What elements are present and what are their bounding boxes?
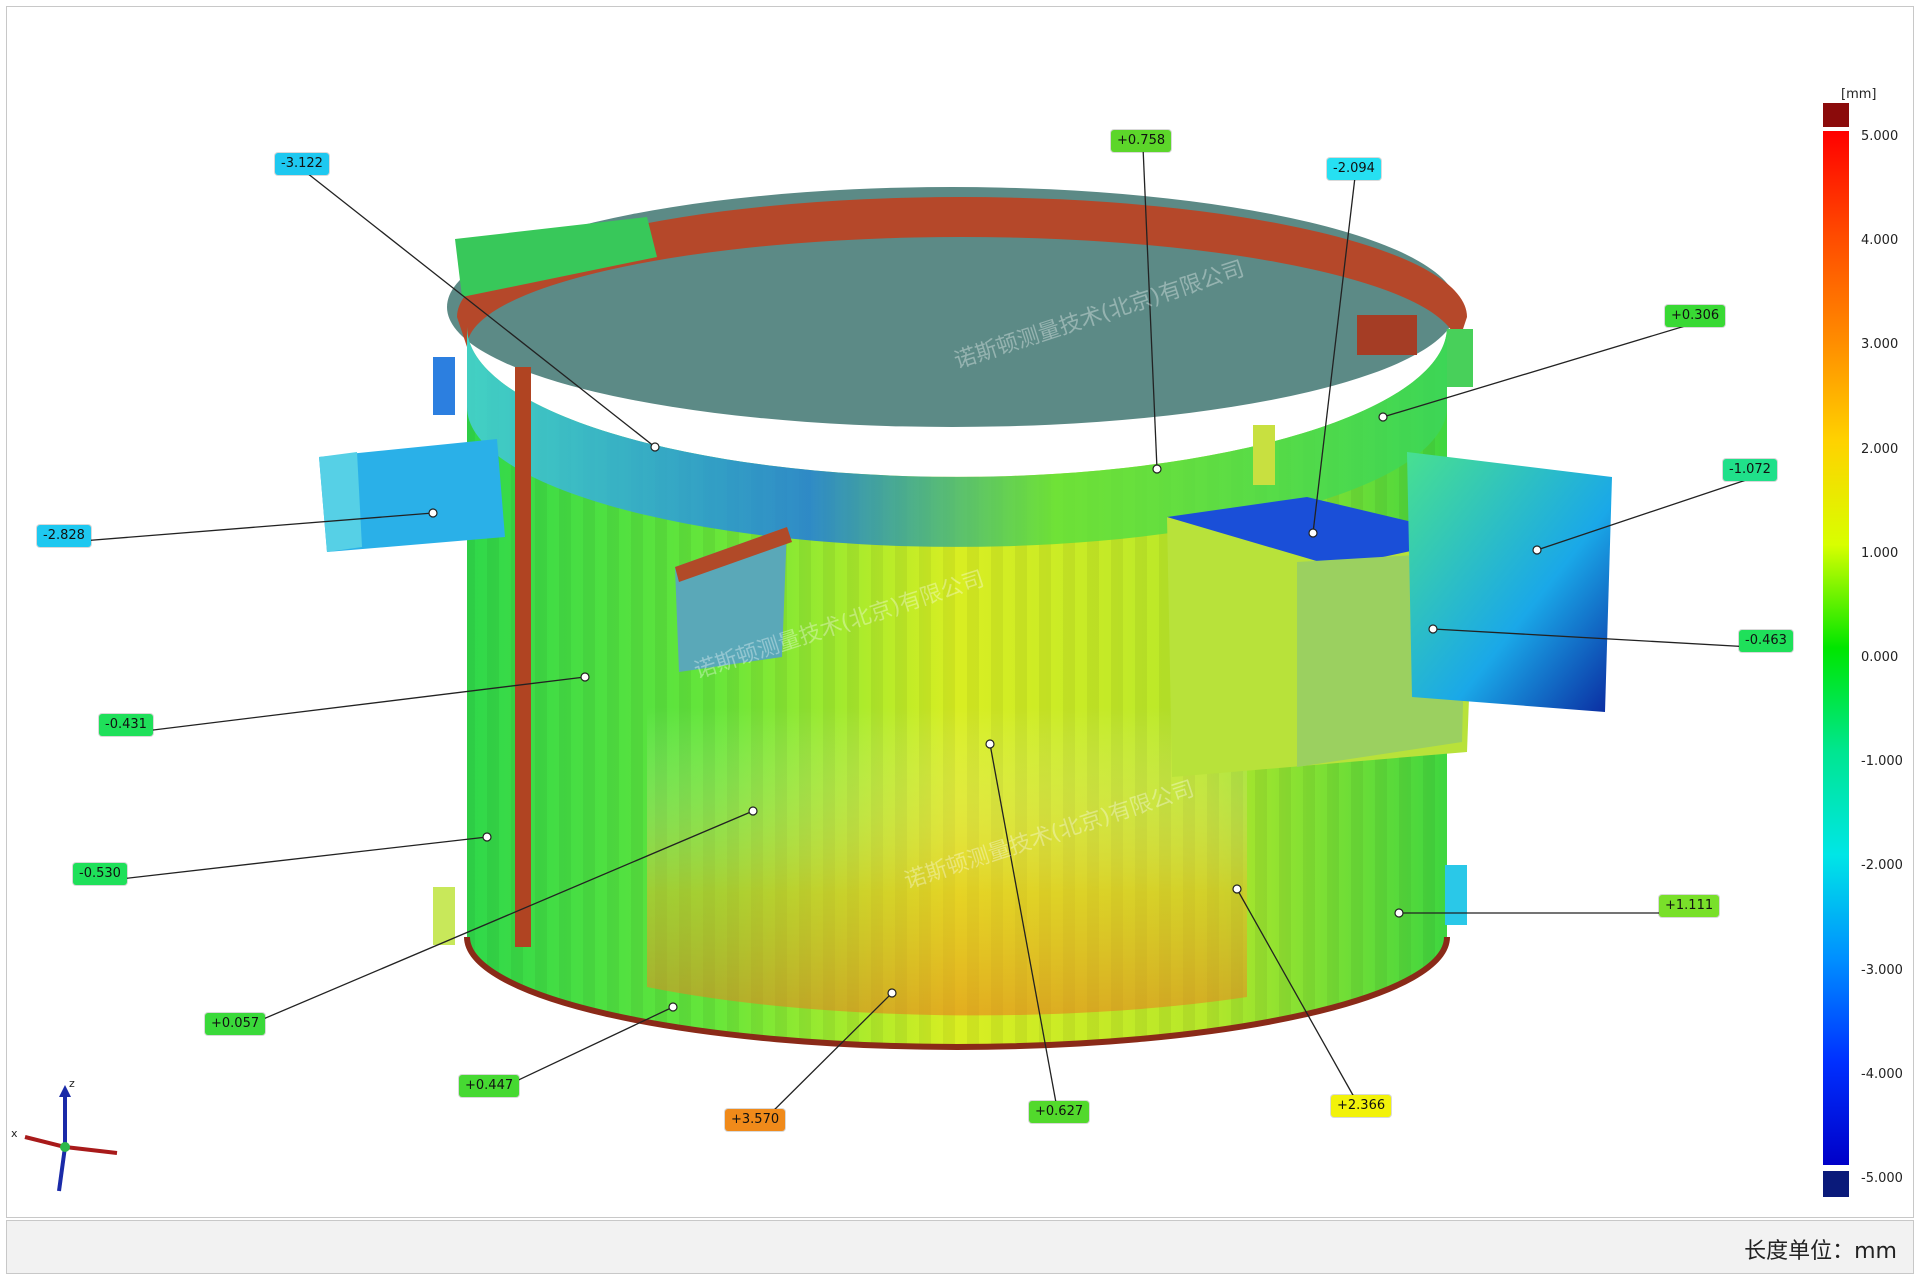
lug bbox=[433, 357, 455, 415]
lug bbox=[1253, 425, 1275, 485]
deviation-callout[interactable]: -1.072 bbox=[1723, 459, 1777, 481]
axis-label-x: x bbox=[11, 1127, 18, 1140]
deviation-callout[interactable]: -0.463 bbox=[1739, 630, 1793, 652]
scale-tick-label: -4.000 bbox=[1861, 1066, 1903, 1082]
lug bbox=[1445, 865, 1467, 925]
deviation-callout[interactable]: -3.122 bbox=[275, 153, 329, 175]
units-label: 长度单位：mm bbox=[1744, 1239, 1897, 1264]
axis-triad bbox=[24, 1085, 118, 1192]
deviation-callout[interactable]: +2.366 bbox=[1331, 1095, 1392, 1117]
deviation-callout[interactable]: +0.758 bbox=[1111, 130, 1172, 152]
top-right-bracket bbox=[1357, 315, 1417, 355]
deviation-callout[interactable]: +0.627 bbox=[1029, 1101, 1090, 1123]
right-beam bbox=[1407, 452, 1612, 712]
status-bar: 长度单位：mm bbox=[6, 1220, 1914, 1274]
deviation-callout[interactable]: +0.306 bbox=[1665, 305, 1726, 327]
scale-tick-label: 4.000 bbox=[1861, 233, 1899, 249]
scale-tick-label: 5.000 bbox=[1861, 129, 1899, 144]
scale-tick-label: -1.000 bbox=[1861, 754, 1903, 770]
deviation-callout[interactable]: -0.530 bbox=[73, 863, 127, 885]
deviation-callout[interactable]: +0.057 bbox=[205, 1013, 266, 1035]
scan-model[interactable] bbox=[7, 7, 1913, 1217]
deviation-callout[interactable]: +3.570 bbox=[725, 1109, 786, 1131]
deviation-callout[interactable]: -0.431 bbox=[99, 714, 153, 736]
lug bbox=[433, 887, 455, 945]
scale-tick-label: -3.000 bbox=[1861, 962, 1903, 978]
vertical-rib bbox=[515, 367, 531, 947]
color-scale-bar bbox=[1823, 103, 1849, 1197]
scale-tick-label: 3.000 bbox=[1861, 337, 1899, 353]
3d-viewport[interactable]: 诺斯顿测量技术(北京)有限公司 诺斯顿测量技术(北京)有限公司 诺斯顿测量技术(… bbox=[6, 6, 1914, 1218]
deviation-callout[interactable]: +1.111 bbox=[1659, 895, 1720, 917]
scale-tick-label: 1.000 bbox=[1861, 545, 1899, 561]
scale-tick-label: -2.000 bbox=[1861, 858, 1903, 874]
deviation-callout[interactable]: +0.447 bbox=[459, 1075, 520, 1097]
deviation-callout[interactable]: -2.094 bbox=[1327, 158, 1381, 180]
scale-unit-label: [mm] bbox=[1841, 87, 1877, 102]
deviation-callout[interactable]: -2.828 bbox=[37, 525, 91, 547]
axis-label-z: z bbox=[69, 1077, 75, 1090]
scale-tick-label: 2.000 bbox=[1861, 441, 1899, 457]
scale-tick-label: -5.000 bbox=[1861, 1171, 1903, 1186]
scale-tick-label: 0.000 bbox=[1861, 650, 1899, 665]
